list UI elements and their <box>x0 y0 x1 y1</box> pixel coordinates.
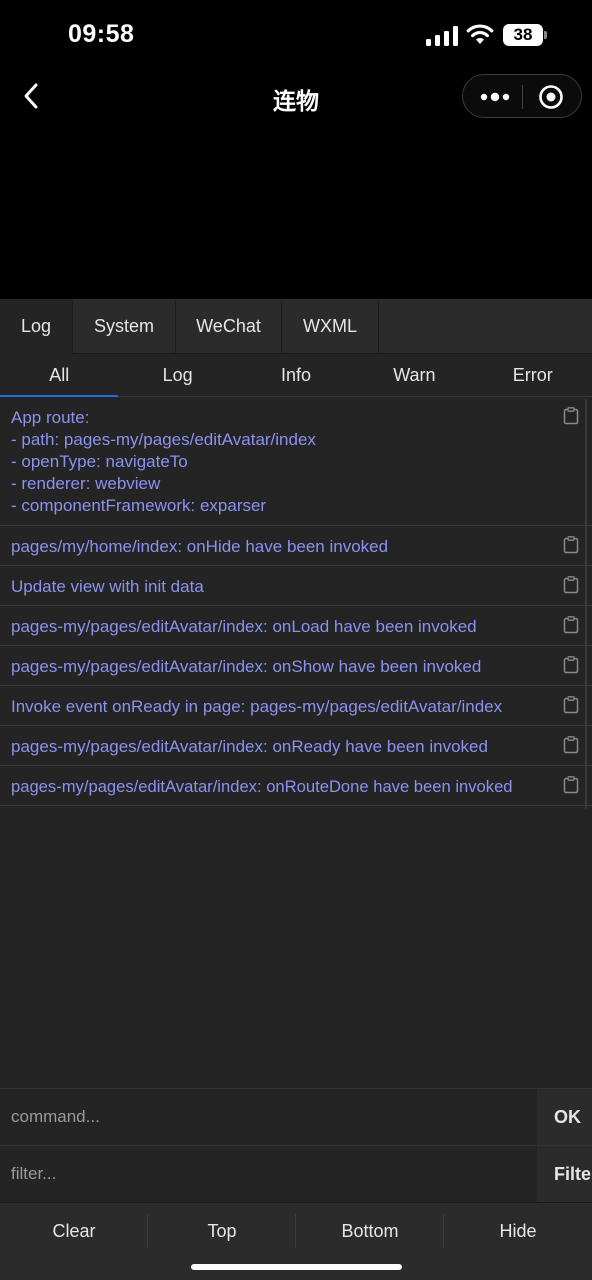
log-text: pages-my/pages/editAvatar/index: onRoute… <box>11 777 513 796</box>
copy-icon[interactable] <box>563 656 579 674</box>
subtab-all[interactable]: All <box>0 354 119 397</box>
tab-system[interactable]: System <box>73 299 176 354</box>
battery-level: 38 <box>513 25 533 44</box>
bottom-toolbar: Clear Top Bottom Hide <box>0 1202 592 1280</box>
subtab-warn[interactable]: Warn <box>355 354 473 397</box>
log-text: pages-my/pages/editAvatar/index: onLoad … <box>11 617 477 636</box>
log-entry: pages/my/home/index: onHide have been in… <box>0 526 592 566</box>
log-entry: Update view with init data <box>0 566 592 606</box>
top-button[interactable]: Top <box>148 1203 296 1259</box>
subtab-log[interactable]: Log <box>118 354 236 397</box>
bottom-button[interactable]: Bottom <box>296 1203 444 1259</box>
subtab-error[interactable]: Error <box>474 354 592 397</box>
log-text: pages-my/pages/editAvatar/index: onReady… <box>11 737 488 756</box>
status-bar: 09:58 38 <box>0 0 592 70</box>
subtab-info[interactable]: Info <box>237 354 355 397</box>
copy-icon[interactable] <box>563 736 579 754</box>
capsule-divider <box>522 85 523 109</box>
battery-icon: 38 <box>503 24 547 46</box>
hide-button[interactable]: Hide <box>444 1203 592 1259</box>
filter-input[interactable] <box>0 1146 537 1202</box>
cellular-signal-icon <box>426 26 458 46</box>
filter-row: Filter <box>0 1145 592 1202</box>
wifi-icon <box>466 24 494 44</box>
vconsole-panel: Log System WeChat WXML All Log Info Warn… <box>0 299 592 1280</box>
log-text: pages/my/home/index: onHide have been in… <box>11 537 389 556</box>
miniprogram-capsule <box>462 74 582 118</box>
copy-icon[interactable] <box>563 696 579 714</box>
copy-icon[interactable] <box>563 576 579 594</box>
copy-icon[interactable] <box>563 616 579 634</box>
tab-wxml[interactable]: WXML <box>282 299 379 354</box>
log-entry: pages-my/pages/editAvatar/index: onLoad … <box>0 606 592 646</box>
more-dots-icon[interactable] <box>477 87 513 107</box>
tab-wechat[interactable]: WeChat <box>176 299 282 354</box>
command-row: OK <box>0 1088 592 1145</box>
copy-icon[interactable] <box>563 536 579 554</box>
log-text: Invoke event onReady in page: pages-my/p… <box>11 697 503 716</box>
filter-button[interactable]: Filter <box>537 1146 592 1202</box>
log-level-tabs: All Log Info Warn Error <box>0 354 592 397</box>
ok-button[interactable]: OK <box>537 1089 592 1145</box>
home-indicator[interactable] <box>191 1264 402 1270</box>
nav-bar: 连物 <box>0 70 592 122</box>
command-input[interactable] <box>0 1089 537 1145</box>
copy-icon[interactable] <box>563 407 579 425</box>
log-entry: pages-my/pages/editAvatar/index: onReady… <box>0 726 592 766</box>
log-text: Update view with init data <box>11 577 204 596</box>
log-text: pages-my/pages/editAvatar/index: onShow … <box>11 657 482 676</box>
log-scrollbar[interactable] <box>585 399 587 809</box>
log-entry: pages-my/pages/editAvatar/index: onRoute… <box>0 766 592 806</box>
close-target-icon[interactable] <box>538 84 564 110</box>
tab-log[interactable]: Log <box>0 299 73 354</box>
log-entry: pages-my/pages/editAvatar/index: onShow … <box>0 646 592 686</box>
log-entry: App route: - path: pages-my/pages/editAv… <box>0 397 592 526</box>
copy-icon[interactable] <box>563 776 579 794</box>
status-time: 09:58 <box>68 20 135 48</box>
log-entry: Invoke event onReady in page: pages-my/p… <box>0 686 592 726</box>
log-text: App route: - path: pages-my/pages/editAv… <box>11 408 316 515</box>
vconsole-top-tabs: Log System WeChat WXML <box>0 299 592 354</box>
clear-button[interactable]: Clear <box>0 1203 148 1259</box>
